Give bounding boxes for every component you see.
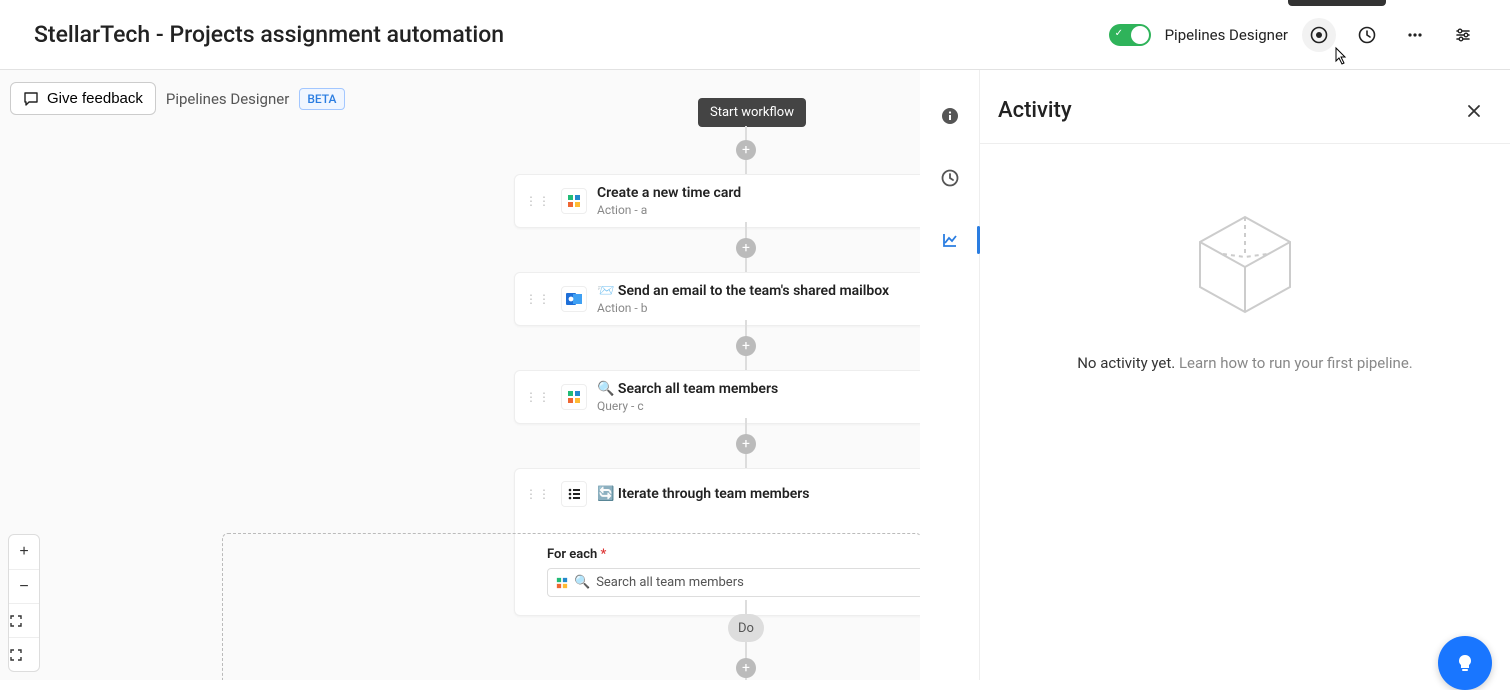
start-label: Start workflow [710, 105, 794, 120]
zoom-out-button[interactable]: − [9, 569, 39, 603]
designer-toolbar: Give feedback Pipelines Designer BETA [10, 82, 345, 115]
mode-label: Pipelines Designer [1165, 26, 1288, 44]
workflow-node[interactable]: ⋮⋮ Create a new time card Action - a [514, 174, 920, 228]
beta-badge: BETA [299, 88, 344, 110]
sliders-icon [1454, 26, 1472, 44]
empty-message: No activity yet. Learn how to run your f… [1077, 354, 1413, 372]
node-title: Create a new time card [597, 185, 741, 201]
lightbulb-icon [1454, 652, 1476, 674]
feedback-button[interactable]: Give feedback [10, 82, 156, 115]
fit-icon [9, 614, 23, 628]
header-actions: ✓ Pipelines Designer [1109, 18, 1480, 52]
drag-handle-icon[interactable]: ⋮⋮ [525, 194, 551, 208]
list-icon [561, 481, 587, 507]
node-title: 🔍 Search all team members [597, 381, 778, 397]
check-icon: ✓ [1115, 28, 1123, 39]
fit-button[interactable] [9, 603, 39, 637]
clock-icon [941, 169, 959, 187]
history-tab[interactable] [932, 160, 968, 196]
app-icon [561, 384, 587, 410]
add-step-button[interactable]: + [736, 434, 756, 454]
record-button[interactable] [1302, 18, 1336, 52]
close-icon [1466, 103, 1482, 119]
settings-button[interactable] [1446, 18, 1480, 52]
activity-title: Activity [998, 98, 1072, 123]
chart-icon [941, 231, 959, 249]
add-step-button[interactable]: + [736, 238, 756, 258]
activity-panel: Activity No activity yet. Learn how to r… [980, 70, 1510, 680]
drag-handle-icon[interactable]: ⋮⋮ [525, 390, 551, 404]
page-header: StellarTech - Projects assignment automa… [0, 0, 1510, 70]
zoom-in-button[interactable]: + [9, 535, 39, 569]
outlook-icon [561, 286, 587, 312]
info-tab[interactable] [932, 98, 968, 134]
history-button[interactable] [1350, 18, 1384, 52]
feedback-label: Give feedback [47, 90, 143, 107]
fullscreen-icon [9, 648, 23, 662]
help-button[interactable] [1438, 636, 1492, 690]
empty-box-icon [1185, 202, 1305, 322]
learn-link[interactable]: Learn how to run your first pipeline. [1179, 354, 1413, 372]
record-icon [1310, 26, 1328, 44]
workflow-node[interactable]: ⋮⋮ 📨 Send an email to the team's shared … [514, 272, 920, 326]
add-step-button[interactable]: + [736, 336, 756, 356]
fullscreen-button[interactable] [9, 637, 39, 671]
zoom-controls: + − [8, 534, 40, 672]
app-icon [561, 188, 587, 214]
node-subtitle: Action - a [597, 203, 741, 217]
enable-toggle[interactable]: ✓ [1109, 24, 1151, 46]
node-title: 🔄 Iterate through team members [597, 486, 809, 502]
clock-icon [1358, 26, 1376, 44]
toggle-knob [1131, 26, 1149, 44]
close-button[interactable] [1466, 103, 1482, 119]
breadcrumb: Pipelines Designer [166, 90, 289, 108]
workflow-node[interactable]: ⋮⋮ 🔍 Search all team members Query - c [514, 370, 920, 424]
more-icon [1406, 26, 1424, 44]
more-button[interactable] [1398, 18, 1432, 52]
comment-icon [23, 91, 39, 107]
activity-tab[interactable] [932, 222, 968, 258]
node-title: 📨 Send an email to the team's shared mai… [597, 283, 889, 299]
tooltip-remnant [1288, 0, 1386, 6]
drag-handle-icon[interactable]: ⋮⋮ [525, 292, 551, 306]
drag-handle-icon[interactable]: ⋮⋮ [525, 487, 551, 501]
page-title: StellarTech - Projects assignment automa… [34, 21, 504, 48]
workflow-canvas[interactable]: Start workflow + ⋮⋮ Create a new time ca… [0, 70, 920, 680]
empty-state: No activity yet. Learn how to run your f… [980, 202, 1510, 372]
node-subtitle: Query - c [597, 399, 778, 413]
info-icon [941, 107, 959, 125]
side-panel-tabs [920, 70, 980, 680]
loop-body-container [222, 533, 920, 680]
start-workflow-pill[interactable]: Start workflow [698, 98, 806, 127]
node-subtitle: Action - b [597, 301, 889, 315]
add-step-button[interactable]: + [736, 140, 756, 160]
